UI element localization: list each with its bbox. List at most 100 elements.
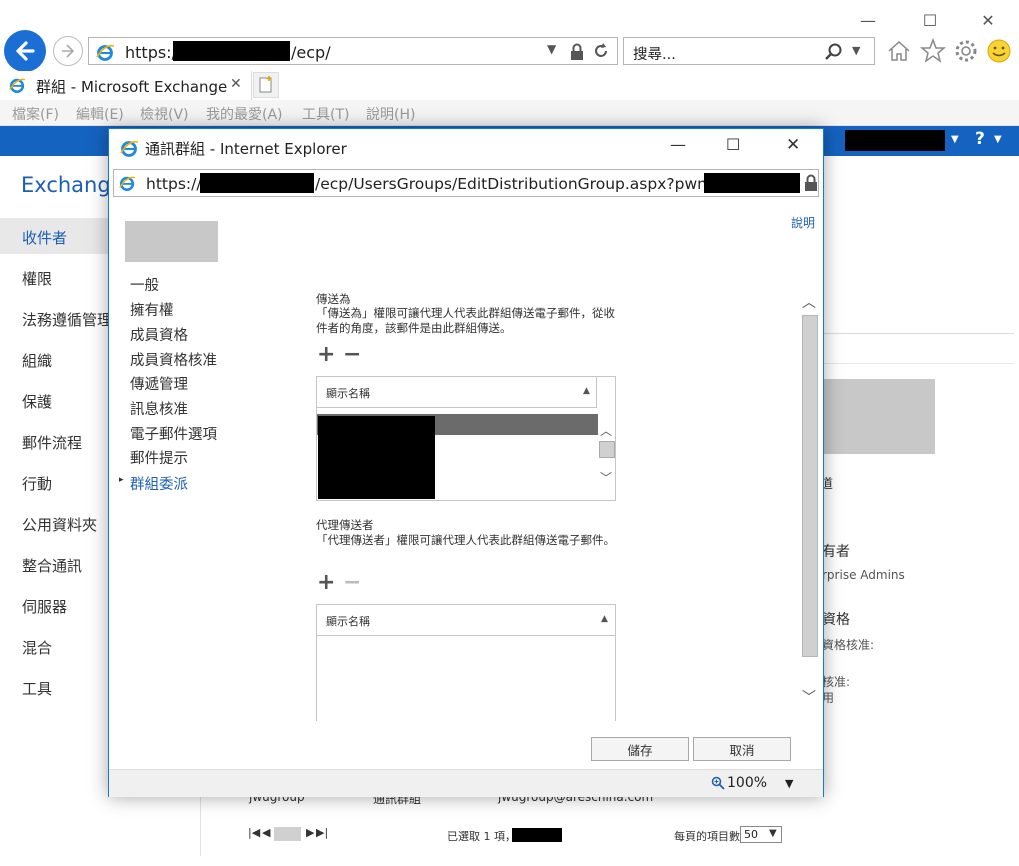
group-photo-placeholder	[824, 379, 935, 454]
menu-view[interactable]: 檢視(V)	[140, 104, 189, 124]
modal-maximize-button[interactable]: ☐	[726, 135, 740, 154]
favorites-star-icon[interactable]	[920, 38, 946, 64]
new-tab-icon	[259, 76, 272, 93]
detail-membership-value: 資格核准:	[822, 638, 875, 652]
menu-bar: 檔案(F) 編輯(E) 檢視(V) 我的最愛(A) 工具(T) 說明(H)	[0, 100, 1019, 126]
page-input[interactable]	[274, 827, 301, 841]
modal-lock-icon[interactable]	[804, 174, 818, 192]
zoom-icon[interactable]	[711, 776, 725, 790]
section-delivery-management[interactable]: 傳遞管理	[130, 373, 188, 394]
send-on-behalf-grid-header[interactable]: 顯示名稱 ▲	[317, 605, 615, 636]
sort-ascending-icon: ▲	[583, 386, 590, 396]
send-on-behalf-add-button[interactable]: +	[317, 572, 335, 594]
settings-gear-icon[interactable]	[953, 38, 979, 64]
tab-close-icon[interactable]: ✕	[230, 76, 242, 92]
nav-servers[interactable]: 伺服器	[22, 596, 67, 617]
section-ownership[interactable]: 擁有權	[130, 299, 174, 320]
send-on-behalf-remove-button[interactable]: −	[343, 572, 361, 594]
ie-window-icon	[120, 140, 139, 157]
redacted-send-as-members	[318, 416, 435, 499]
search-box[interactable]: 搜尋... ▼	[623, 37, 875, 65]
modal-close-button[interactable]: ✕	[786, 135, 800, 155]
nav-organization[interactable]: 組織	[22, 350, 52, 371]
home-icon[interactable]	[886, 39, 912, 63]
url-suffix: /ecp/	[291, 43, 331, 62]
chevron-down-icon[interactable]: ▼	[547, 42, 556, 56]
refresh-icon[interactable]	[592, 42, 610, 60]
help-chevron-icon[interactable]: ▼	[994, 134, 1002, 145]
minimize-button[interactable]: —	[848, 6, 888, 34]
back-button[interactable]	[4, 30, 46, 72]
smiley-feedback-icon[interactable]	[986, 38, 1012, 64]
help-link[interactable]: 說明	[791, 214, 815, 231]
section-membership-approval[interactable]: 成員資格核准	[130, 349, 217, 370]
send-on-behalf-grid: 顯示名稱 ▲	[316, 604, 616, 721]
content-scroll-thumb[interactable]	[802, 315, 818, 657]
search-icon[interactable]	[824, 42, 844, 62]
section-group-delegation[interactable]: 群組委派	[130, 473, 188, 494]
menu-edit[interactable]: 編輯(E)	[76, 104, 124, 124]
menu-tools[interactable]: 工具(T)	[302, 104, 349, 124]
detail-owner-value: rprise Admins	[822, 568, 905, 582]
nav-protection[interactable]: 保護	[22, 391, 52, 412]
grid-scroll-up-icon[interactable]: ︿	[600, 422, 612, 439]
first-page-icon[interactable]: |◀	[248, 826, 260, 839]
per-page-chevron-icon: ▼	[769, 828, 777, 839]
modal-minimize-button[interactable]: —	[670, 135, 686, 154]
menu-file[interactable]: 檔案(F)	[12, 104, 59, 124]
send-as-heading: 傳送為	[316, 292, 351, 306]
zoom-level[interactable]: 100%	[727, 775, 767, 791]
prev-page-icon[interactable]: ◀	[262, 826, 270, 839]
modal-url-prefix: https://	[146, 175, 202, 193]
search-dropdown-icon[interactable]: ▼	[852, 44, 860, 57]
save-button[interactable]: 儲存	[591, 737, 689, 761]
maximize-button[interactable]: ☐	[910, 6, 950, 34]
next-page-icon[interactable]: ▶	[306, 826, 314, 839]
detail-divider-2	[824, 363, 1014, 364]
ie-addr-icon	[119, 176, 136, 192]
nav-mobile[interactable]: 行動	[22, 473, 52, 494]
modal-titlebar[interactable]: 通訊群組 - Internet Explorer — ☐ ✕	[109, 129, 823, 165]
content-scroll-down-icon[interactable]: ﹀	[802, 687, 816, 707]
grid-scroll-thumb[interactable]	[599, 441, 615, 458]
send-as-add-button[interactable]: +	[317, 344, 335, 366]
section-email-options[interactable]: 電子郵件選項	[130, 423, 217, 444]
send-as-grid-header[interactable]: 顯示名稱 ▲	[317, 377, 597, 408]
nav-permissions[interactable]: 權限	[22, 268, 52, 289]
section-membership[interactable]: 成員資格	[130, 324, 188, 345]
nav-recipients[interactable]: 收件者	[22, 227, 67, 248]
nav-public-folders[interactable]: 公用資料夾	[22, 514, 97, 535]
user-menu-chevron-icon[interactable]: ▼	[951, 134, 959, 145]
send-as-remove-button[interactable]: −	[343, 344, 361, 366]
nav-hybrid[interactable]: 混合	[22, 637, 52, 658]
send-on-behalf-description: 「代理傳送者」權限可讓代理人代表此群組傳送電子郵件。	[316, 533, 615, 547]
cancel-button[interactable]: 取消	[693, 737, 791, 761]
grid-scroll-down-icon[interactable]: ﹀	[600, 469, 612, 486]
arrow-right-icon	[62, 44, 75, 58]
zoom-dropdown-icon[interactable]: ▼	[785, 777, 793, 790]
help-menu-button[interactable]: ?	[975, 129, 985, 149]
send-on-behalf-column-display-name: 顯示名稱	[326, 615, 370, 628]
tab-groups[interactable]: 群組 - Microsoft Exchange ✕	[0, 71, 252, 100]
address-bar[interactable]: https:// /ecp/ ▼	[88, 37, 618, 65]
menu-favorites[interactable]: 我的最愛(A)	[206, 104, 283, 124]
per-page-select[interactable]: 50 ▼	[740, 826, 782, 843]
section-mail-tips[interactable]: 郵件提示	[130, 447, 188, 468]
lock-icon[interactable]	[569, 43, 585, 61]
forward-button[interactable]	[53, 36, 83, 66]
section-general[interactable]: 一般	[130, 274, 159, 295]
redacted-selection-name	[512, 828, 562, 842]
last-page-icon[interactable]: ▶|	[316, 826, 328, 839]
nav-unified-messaging[interactable]: 整合通訊	[22, 555, 82, 576]
section-message-approval[interactable]: 訊息核准	[130, 398, 188, 419]
nav-compliance[interactable]: 法務遵循管理	[22, 309, 112, 330]
menu-help[interactable]: 說明(H)	[366, 104, 415, 124]
new-tab-button[interactable]	[253, 72, 279, 98]
redacted-pwmcid	[704, 173, 800, 193]
redacted-modal-host	[200, 173, 314, 193]
close-window-button[interactable]: ✕	[968, 6, 1008, 34]
nav-tools[interactable]: 工具	[22, 678, 52, 699]
content-scroll-up-icon[interactable]: ︿	[802, 292, 816, 312]
nav-mail-flow[interactable]: 郵件流程	[22, 432, 82, 453]
modal-address-bar[interactable]: https:// /ecp/UsersGroups/EditDistributi…	[113, 169, 819, 197]
